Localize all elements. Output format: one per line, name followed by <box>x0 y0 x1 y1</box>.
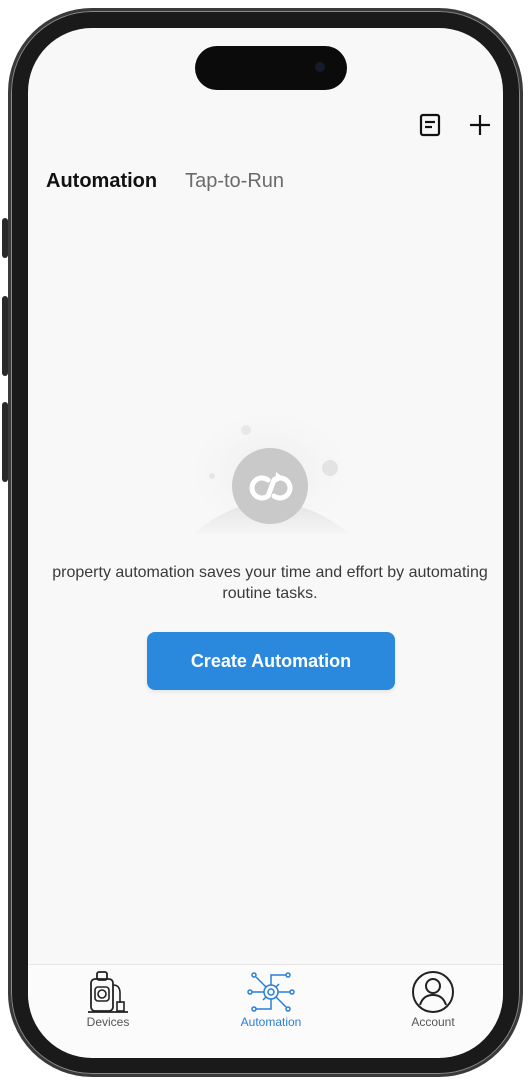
camera-dot <box>315 62 325 72</box>
side-button-volume-up <box>2 296 8 376</box>
tab-automation[interactable]: Automation <box>46 170 157 193</box>
nav-devices[interactable]: Devices <box>48 965 168 1035</box>
infinity-loop-icon <box>246 470 296 506</box>
account-icon <box>410 969 456 1015</box>
empty-state-message: property automation saves your time and … <box>52 564 488 602</box>
plus-icon[interactable] <box>467 112 493 138</box>
tab-bar-top: Automation Tap-to-Run <box>46 170 284 193</box>
nav-label-account: Account <box>411 1015 455 1029</box>
nav-label-devices: Devices <box>86 1015 130 1029</box>
dynamic-island <box>195 46 347 90</box>
nav-account[interactable]: Account <box>373 965 493 1035</box>
nav-label-automation: Automation <box>240 1015 302 1029</box>
bottom-nav: Devices Automation Account <box>28 964 503 1058</box>
document-list-icon[interactable] <box>417 112 443 138</box>
side-button-silent <box>2 218 8 258</box>
tab-tap-to-run[interactable]: Tap-to-Run <box>185 170 284 193</box>
device-icon <box>86 969 130 1015</box>
side-button-volume-down <box>2 402 8 482</box>
automation-gear-icon <box>246 969 296 1015</box>
create-automation-button[interactable]: Create Automation <box>147 632 395 690</box>
nav-automation[interactable]: Automation <box>211 965 331 1035</box>
